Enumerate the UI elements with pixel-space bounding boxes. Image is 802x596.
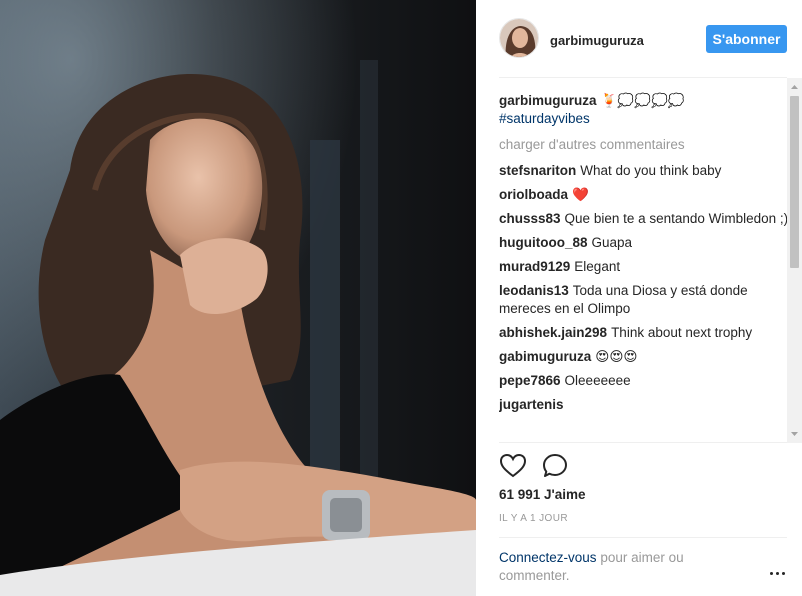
- scrollbar-thumb[interactable]: [790, 96, 799, 268]
- comment-item: huguitooo_88 Guapa: [499, 234, 789, 252]
- post-photo[interactable]: [0, 0, 476, 596]
- comment-item: stefsnariton What do you think baby: [499, 162, 789, 180]
- avatar-image: [500, 19, 538, 57]
- comment-item: gabimuguruza 😍😍😍: [499, 348, 789, 366]
- comment-username[interactable]: leodanis13: [499, 283, 569, 298]
- avatar[interactable]: [499, 18, 539, 58]
- comments-scrollbar[interactable]: [787, 78, 802, 443]
- comment-text: Que bien te a sentando Wimbledon ;): [564, 211, 789, 226]
- post-timestamp[interactable]: IL Y A 1 JOUR: [499, 513, 568, 524]
- login-link[interactable]: Connectez-vous: [499, 550, 597, 565]
- comment-text: What do you think baby: [580, 163, 722, 178]
- comments-list: garbimuguruza 🍹💭💭💭💭 #saturdayvibes charge…: [499, 92, 789, 442]
- header-username[interactable]: garbimuguruza: [550, 33, 644, 48]
- caption: garbimuguruza 🍹💭💭💭💭 #saturdayvibes: [499, 92, 789, 128]
- caption-emoji: 🍹💭💭💭💭: [600, 93, 685, 108]
- follow-button[interactable]: S'abonner: [706, 25, 787, 53]
- load-more-comments-link[interactable]: charger d'autres commentaires: [499, 136, 789, 154]
- comment-text: ❤️: [572, 187, 589, 202]
- actions-divider: [499, 442, 787, 443]
- comment-item: chusss83 Que bien te a sentando Wimbledon…: [499, 210, 789, 228]
- comment-username[interactable]: murad9129: [499, 259, 570, 274]
- comment-text: Think about next trophy: [611, 325, 753, 340]
- more-options-icon[interactable]: [768, 566, 788, 580]
- instagram-post: garbimuguruza S'abonner garbimuguruza 🍹💭💭…: [0, 0, 802, 596]
- comment-username[interactable]: pepe7866: [499, 373, 561, 388]
- comment-text: Guapa: [591, 235, 633, 250]
- comment-item: leodanis13 Toda una Diosa y está donde me…: [499, 282, 789, 318]
- header-divider: [499, 77, 787, 78]
- comment-item: murad9129 Elegant: [499, 258, 789, 276]
- comment-item: oriolboada ❤️: [499, 186, 789, 204]
- scroll-up-arrow-icon[interactable]: [787, 82, 802, 92]
- portrait-image: [0, 0, 476, 596]
- comment-username[interactable]: abhishek.jain298: [499, 325, 607, 340]
- like-count[interactable]: 61 991 J'aime: [499, 487, 586, 502]
- caption-hashtag[interactable]: #saturdayvibes: [499, 110, 789, 128]
- comment-username[interactable]: chusss83: [499, 211, 561, 226]
- comment-text: Oleeeeeee: [564, 373, 631, 388]
- comment-item: pepe7866 Oleeeeeee: [499, 372, 789, 390]
- scroll-down-arrow-icon[interactable]: [787, 429, 802, 439]
- post-header: garbimuguruza S'abonner: [476, 0, 802, 78]
- comment-username[interactable]: jugartenis: [499, 397, 564, 412]
- comment-username[interactable]: gabimuguruza: [499, 349, 591, 364]
- comment-username[interactable]: oriolboada: [499, 187, 568, 202]
- comment-text: 😍😍😍: [595, 349, 638, 364]
- comment-text: Elegant: [574, 259, 621, 274]
- comment-item: jugartenis: [499, 396, 789, 414]
- footer-divider: [499, 537, 787, 538]
- comment-item: abhishek.jain298 Think about next trophy: [499, 324, 789, 342]
- post-side-panel: garbimuguruza S'abonner garbimuguruza 🍹💭💭…: [476, 0, 802, 596]
- heart-outline-icon[interactable]: [499, 452, 527, 480]
- comment-username[interactable]: stefsnariton: [499, 163, 576, 178]
- comment-username[interactable]: huguitooo_88: [499, 235, 588, 250]
- caption-username[interactable]: garbimuguruza: [499, 93, 597, 108]
- login-prompt: Connectez-vous pour aimer ou commenter.: [499, 549, 729, 585]
- comment-bubble-icon[interactable]: [541, 452, 569, 480]
